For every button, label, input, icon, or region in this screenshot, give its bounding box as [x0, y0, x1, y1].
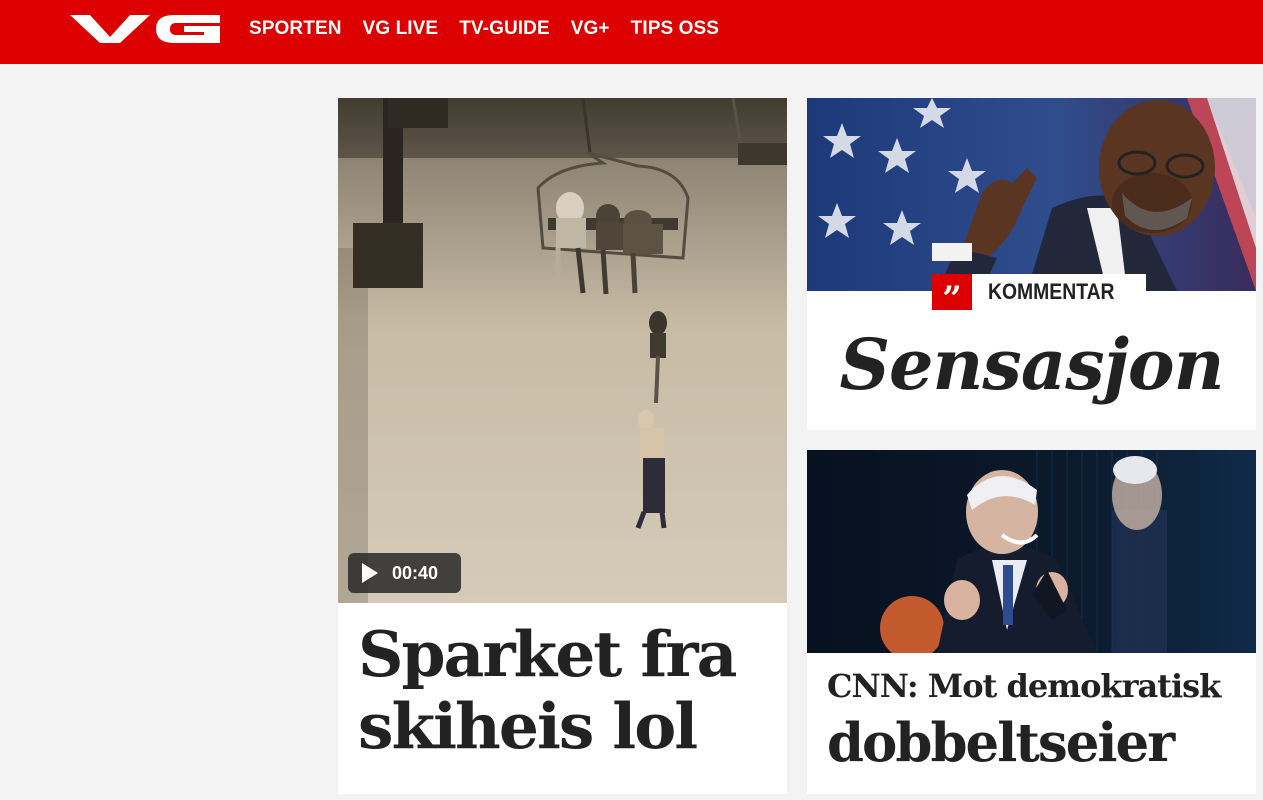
- video-badge[interactable]: 00:40: [348, 553, 461, 593]
- quote-icon: ”: [932, 274, 972, 319]
- comment-headline[interactable]: Sensasjon: [807, 323, 1256, 407]
- ski-lift-photo[interactable]: [338, 98, 787, 603]
- cnn-story-card[interactable]: CNN: Mot demokratisk dobbeltseier: [807, 450, 1256, 794]
- main-headline[interactable]: Sparket fra skiheis lol: [358, 618, 778, 762]
- nav-tv-guide[interactable]: TV-GUIDE: [459, 18, 550, 40]
- nav-vg-plus[interactable]: VG+: [571, 18, 610, 40]
- main-nav: SPORTEN VG LIVE TV-GUIDE VG+ TIPS OSS: [249, 0, 740, 58]
- nav-vg-live[interactable]: VG LIVE: [363, 18, 439, 40]
- vg-logo[interactable]: [70, 13, 220, 45]
- video-duration: 00:40: [392, 562, 439, 583]
- nav-sporten[interactable]: SPORTEN: [249, 18, 342, 40]
- main-headline-line2: skiheis lol: [358, 689, 698, 763]
- celebration-photo[interactable]: [807, 450, 1256, 653]
- kommentar-text: KOMMENTAR: [988, 279, 1115, 304]
- comment-story-card[interactable]: ” KOMMENTAR Sensasjon: [807, 98, 1256, 430]
- politician-photo[interactable]: [807, 98, 1256, 291]
- top-bar: SPORTEN VG LIVE TV-GUIDE VG+ TIPS OSS: [0, 0, 1263, 64]
- main-story-card[interactable]: 00:40 Sparket fra skiheis lol: [338, 98, 787, 794]
- kommentar-label: ” KOMMENTAR: [932, 274, 1146, 319]
- play-icon[interactable]: [362, 563, 378, 583]
- cnn-headline-line2[interactable]: dobbeltseier: [827, 710, 1175, 776]
- cnn-headline-line1[interactable]: CNN: Mot demokratisk: [827, 664, 1221, 708]
- nav-tips-oss[interactable]: TIPS OSS: [631, 18, 719, 40]
- main-headline-line1: Sparket fra: [358, 617, 737, 691]
